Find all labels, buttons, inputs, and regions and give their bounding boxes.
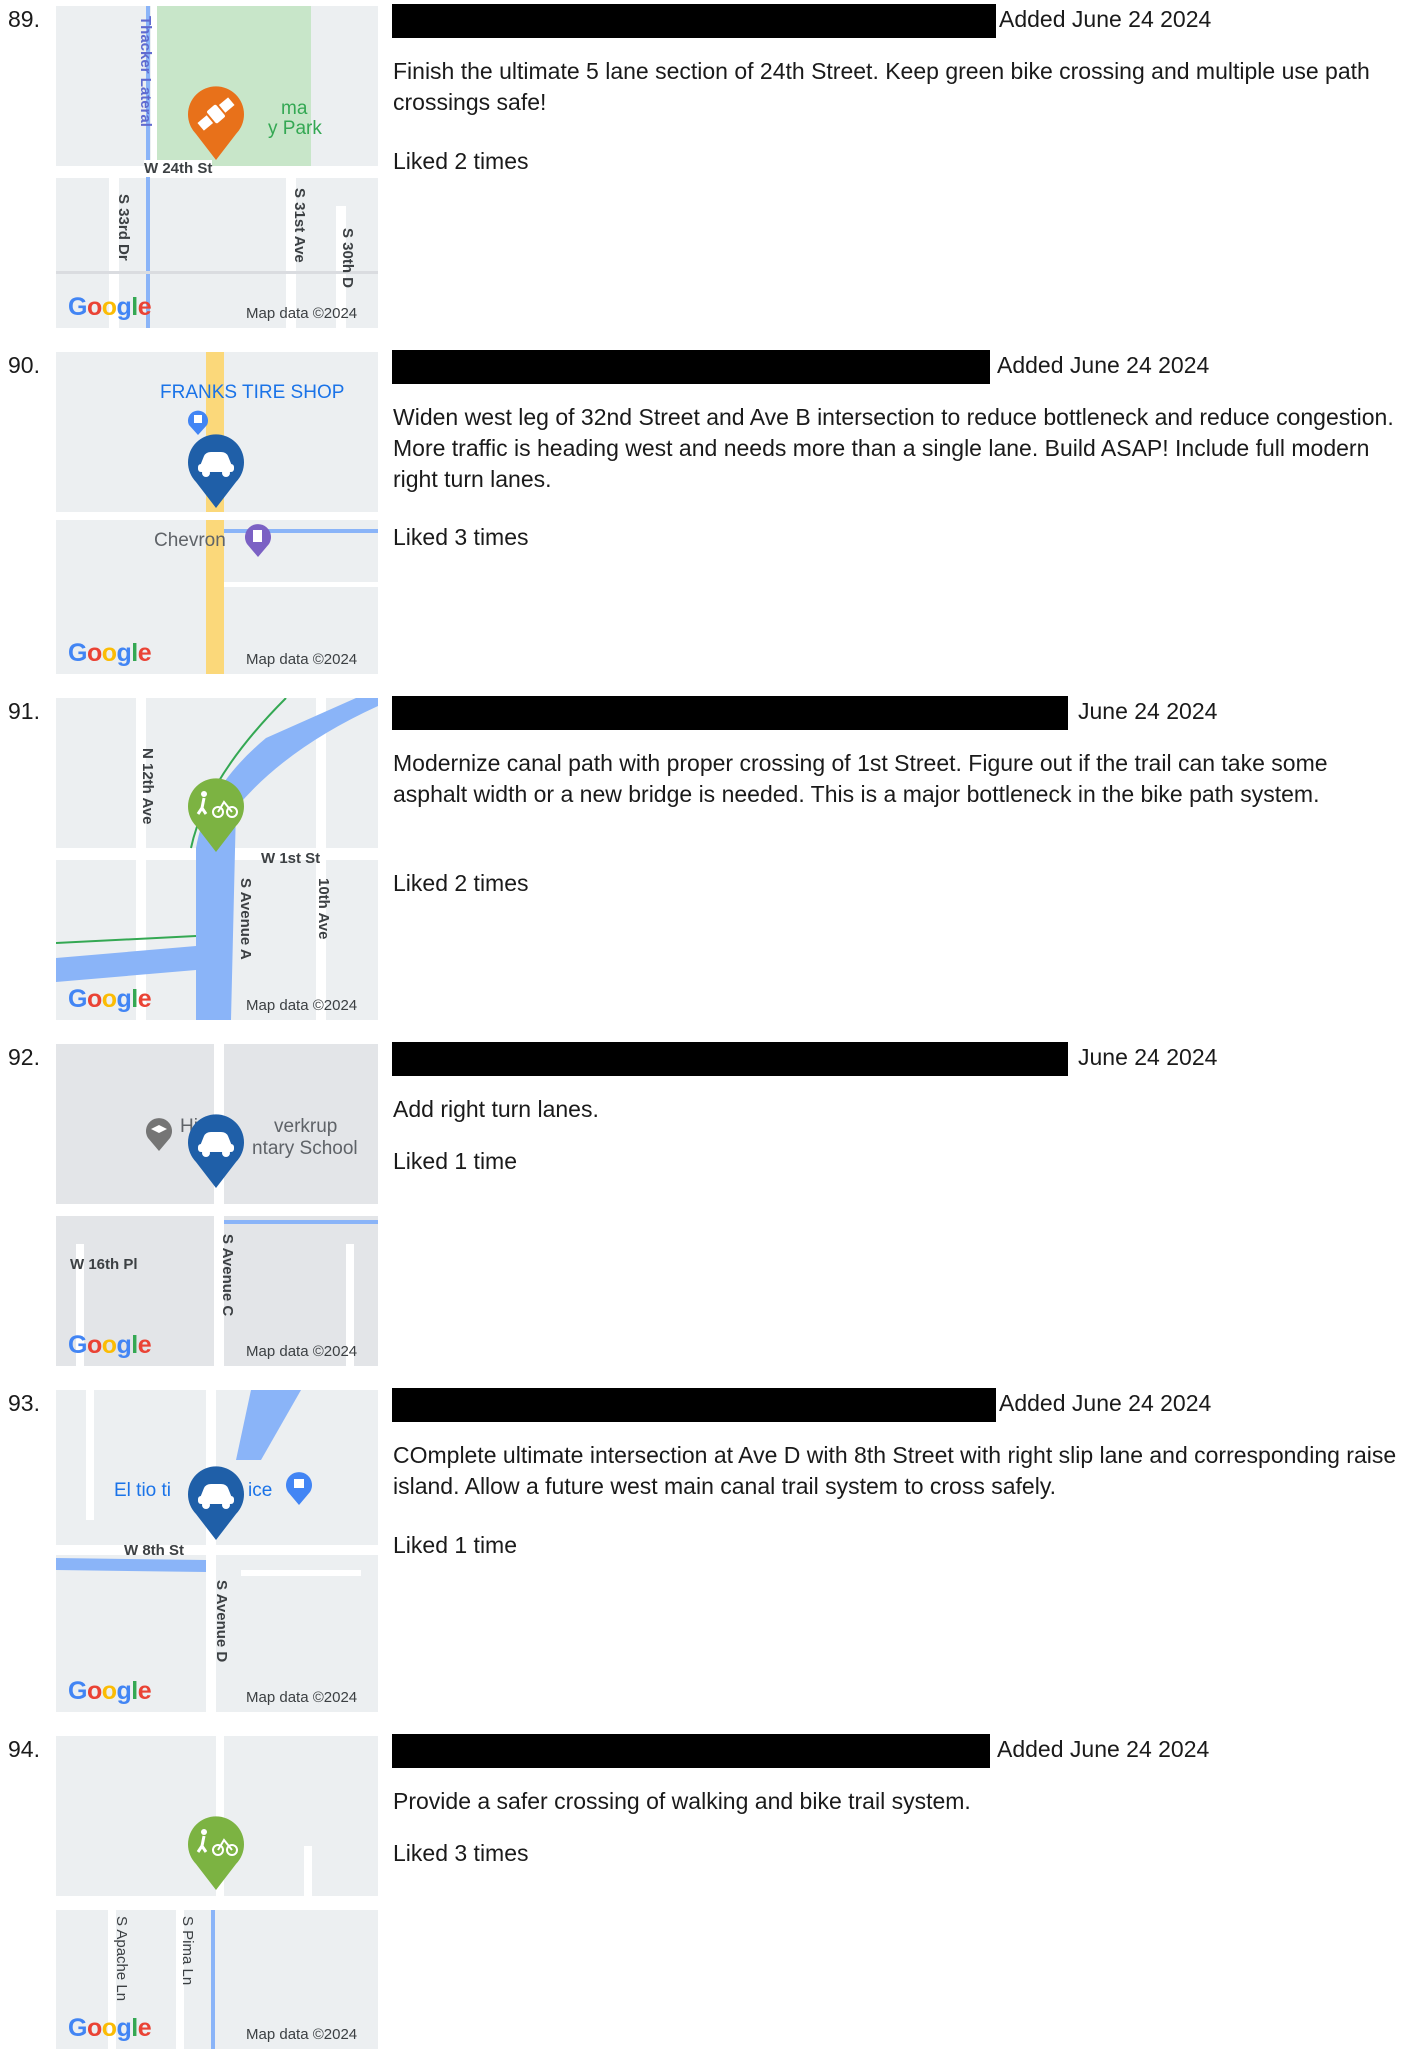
google-logo: Google (68, 293, 152, 321)
suggestion-description: Add right turn lanes. (393, 1096, 599, 1122)
suggestion-entry: 93. El tio ti ice W 8th St S Avenue D Go… (0, 1384, 1416, 1730)
car-icon[interactable] (184, 430, 248, 510)
school-label: verkrup (274, 1116, 338, 1137)
google-logo: Google (68, 1331, 152, 1359)
redaction-bar (392, 350, 990, 384)
street-label: S 30th D (339, 228, 356, 289)
street-label: N 12th Ave (139, 748, 156, 825)
redaction-bar (392, 1388, 996, 1422)
shopping-icon (286, 1472, 312, 1505)
like-count: Liked 3 times (393, 524, 529, 550)
park-label: y Park (268, 118, 322, 139)
street-label: W 8th St (124, 1542, 184, 1559)
street-label: S 33rd Dr (115, 194, 132, 261)
suggestion-entry: 92. Hi verkrup ntary School W 16th Pl S … (0, 1038, 1416, 1384)
street-label: S Pima Ln (179, 1916, 196, 1986)
suggestion-description: Provide a safer crossing of walking and … (393, 1788, 971, 1814)
car-icon[interactable] (184, 1462, 248, 1542)
like-count: Liked 2 times (393, 148, 529, 174)
map-thumbnail[interactable]: N 12th Ave W 1st St S Avenue A 10th Ave … (56, 698, 378, 1020)
street-label: S Avenue A (237, 878, 254, 960)
map-thumbnail[interactable]: El tio ti ice W 8th St S Avenue D Google… (56, 1390, 378, 1712)
suggestion-entry: 89. Thacker Lateral ma y Park W 24th St … (0, 0, 1416, 346)
entry-number: 89. (8, 6, 40, 32)
entry-number: 94. (8, 1736, 40, 1762)
car-icon[interactable] (184, 1110, 248, 1190)
redaction-bar (392, 1042, 1068, 1076)
street-label: 10th Ave (315, 878, 332, 940)
google-logo: Google (68, 2014, 152, 2042)
redaction-bar (392, 1734, 990, 1768)
map-attribution: Map data ©2024 (246, 2026, 358, 2043)
suggestion-entry: 90. FRANKS TIRE SHOP Chevron Google Map … (0, 346, 1416, 692)
map-thumbnail[interactable]: Thacker Lateral ma y Park W 24th St S 33… (56, 6, 378, 328)
school-icon (146, 1118, 172, 1151)
suggestion-entry: 91. N 12th Ave W 1st St S Avenue A 10th … (0, 692, 1416, 1038)
entry-number: 93. (8, 1390, 40, 1416)
suggestion-entry: 94. S Apache Ln S Pima Ln Google Map dat… (0, 1730, 1416, 2049)
map-background (56, 698, 378, 1020)
pedestrian-bike-icon[interactable] (184, 774, 248, 854)
map-attribution: Map data ©2024 (246, 1343, 358, 1360)
street-label: S Avenue D (213, 1580, 230, 1663)
map-background (56, 6, 378, 328)
date-added: Added June 24 2024 (997, 1736, 1210, 1762)
like-count: Liked 1 time (393, 1148, 518, 1174)
map-thumbnail[interactable]: FRANKS TIRE SHOP Chevron Google Map data… (56, 352, 378, 674)
map-attribution: Map data ©2024 (246, 997, 358, 1014)
gas-station-icon (245, 524, 271, 557)
street-label: S Avenue C (219, 1234, 236, 1317)
poi-label: FRANKS TIRE SHOP (160, 382, 345, 403)
suggestion-description: COmplete ultimate intersection at Ave D … (393, 1442, 1397, 1499)
google-logo: Google (68, 639, 152, 667)
suggestion-description: Modernize canal path with proper crossin… (393, 750, 1328, 807)
poi-label: El tio ti (114, 1480, 172, 1501)
map-attribution: Map data ©2024 (246, 651, 358, 668)
redaction-bar (392, 4, 996, 38)
street-label: S 31st Ave (291, 188, 308, 263)
date-added: Added June 24 2024 (999, 1390, 1212, 1416)
map-background (56, 1390, 378, 1712)
google-logo: Google (68, 1677, 152, 1705)
street-label: S Apache Ln (113, 1916, 130, 2002)
date-added: Added June 24 2024 (997, 352, 1210, 378)
poi-label: ice (248, 1480, 273, 1501)
redaction-bar (392, 696, 1068, 730)
street-label: W 24th St (144, 160, 213, 177)
google-logo: Google (68, 985, 152, 1013)
pedestrian-bike-icon[interactable] (184, 1812, 248, 1892)
entry-number: 91. (8, 698, 40, 724)
date-added: Added June 24 2024 (999, 6, 1212, 32)
map-background (56, 1736, 378, 2049)
street-label: W 1st St (261, 850, 321, 867)
date-added: June 24 2024 (1078, 698, 1218, 724)
suggestion-description: Widen west leg of 32nd Street and Ave B … (393, 404, 1394, 492)
map-thumbnail[interactable]: Hi verkrup ntary School W 16th Pl S Aven… (56, 1044, 378, 1366)
entry-number: 92. (8, 1044, 40, 1070)
like-count: Liked 2 times (393, 870, 529, 896)
entry-number: 90. (8, 352, 40, 378)
date-added: June 24 2024 (1078, 1044, 1218, 1070)
map-thumbnail[interactable]: S Apache Ln S Pima Ln Google Map data ©2… (56, 1736, 378, 2049)
park-label: ma (281, 98, 308, 119)
school-label: ntary School (252, 1138, 358, 1159)
like-count: Liked 3 times (393, 1840, 529, 1866)
poi-label: Chevron (154, 530, 226, 551)
map-attribution: Map data ©2024 (246, 1689, 358, 1706)
like-count: Liked 1 time (393, 1532, 518, 1558)
satellite-icon[interactable] (184, 82, 248, 162)
map-background (56, 1044, 378, 1366)
suggestion-description: Finish the ultimate 5 lane section of 24… (393, 58, 1370, 115)
map-attribution: Map data ©2024 (246, 305, 358, 322)
street-label: Thacker Lateral (137, 16, 154, 127)
street-label: W 16th Pl (70, 1256, 138, 1273)
